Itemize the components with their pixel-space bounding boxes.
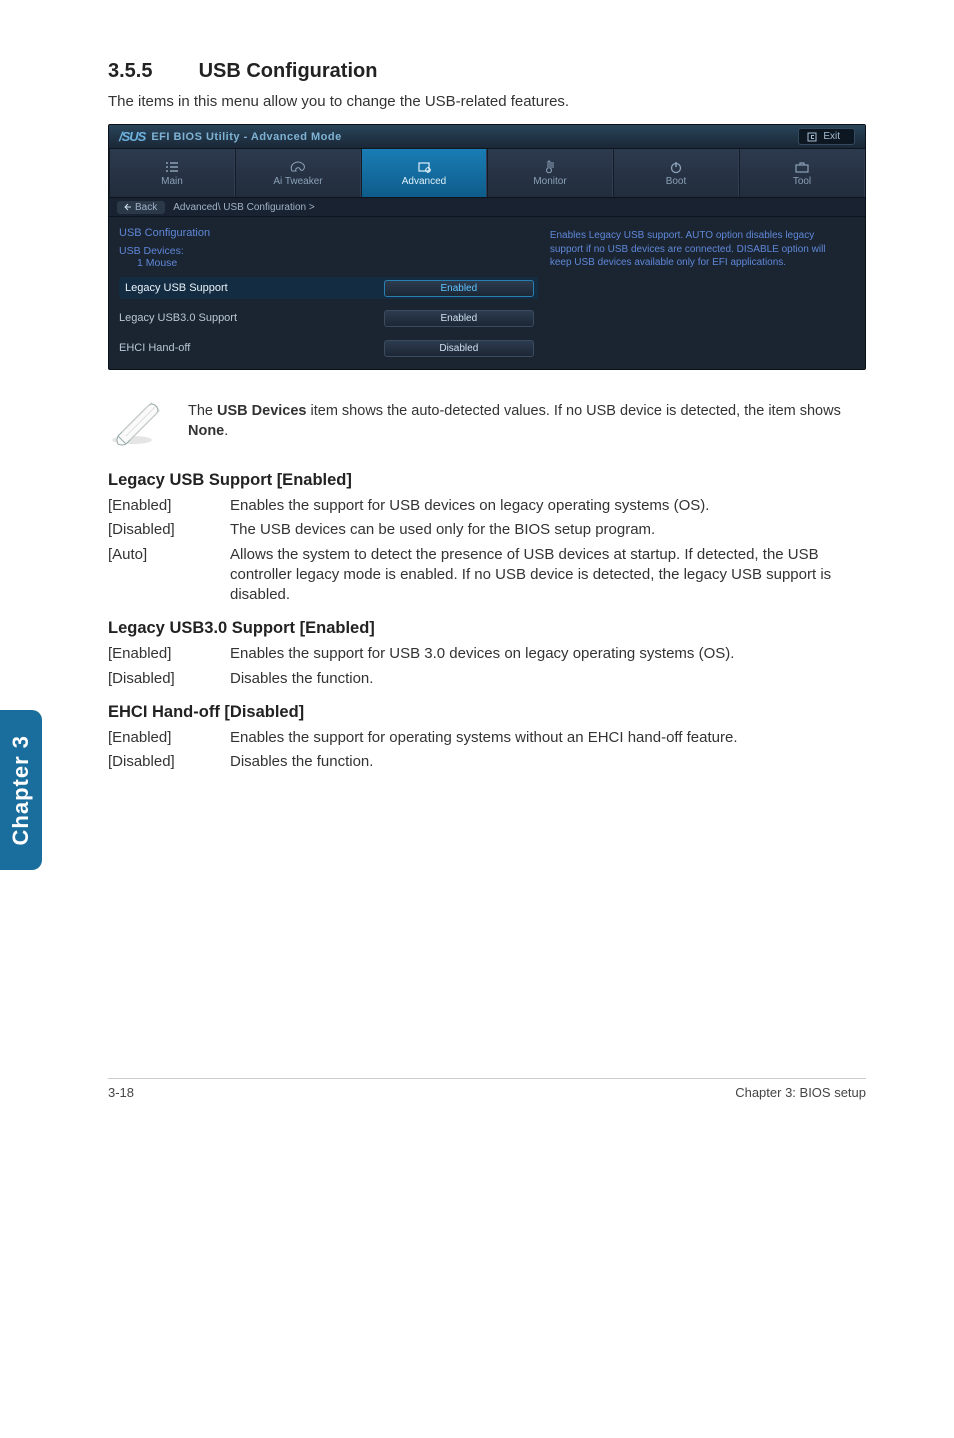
opt-ehci-disabled: [Disabled] Disables the function. (108, 752, 866, 772)
row-legacy-usb[interactable]: Legacy USB Support Enabled (119, 277, 538, 299)
bios-title-text: EFI BIOS Utility - Advanced Mode (151, 131, 341, 143)
footer-chapter: Chapter 3: BIOS setup (735, 1085, 866, 1100)
bios-help-text: Enables Legacy USB support. AUTO option … (550, 230, 826, 268)
opt-val: Enables the support for USB 3.0 devices … (230, 644, 866, 664)
note-pre: The (188, 403, 217, 419)
tab-monitor-label: Monitor (533, 176, 566, 187)
tab-advanced[interactable]: Advanced (361, 149, 487, 197)
opt-legacy30-disabled: [Disabled] Disables the function. (108, 669, 866, 689)
opt-legacy-enabled: [Enabled] Enables the support for USB de… (108, 496, 866, 516)
row-legacy-usb30-label: Legacy USB3.0 Support (119, 312, 384, 324)
list-icon (163, 160, 181, 174)
note-mid: item shows the auto-detected values. If … (306, 403, 840, 419)
opt-key: [Disabled] (108, 752, 230, 772)
breadcrumb: Back Advanced\ USB Configuration > (109, 197, 865, 217)
section-number: 3.5.5 (108, 60, 193, 83)
heading-legacy-usb: Legacy USB Support [Enabled] (108, 471, 866, 490)
opt-key: [Auto] (108, 545, 230, 606)
chip-icon (415, 160, 433, 174)
usb-devices-block: USB Devices: 1 Mouse (119, 245, 538, 269)
bios-titlebar: /SUS EFI BIOS Utility - Advanced Mode Ex… (109, 125, 865, 149)
thermometer-icon (541, 160, 559, 174)
opt-key: [Disabled] (108, 520, 230, 540)
row-legacy-usb-value[interactable]: Enabled (384, 280, 534, 297)
back-button[interactable]: Back (117, 201, 165, 214)
tab-advanced-label: Advanced (402, 176, 446, 187)
row-ehci-label: EHCI Hand-off (119, 342, 384, 354)
usb-devices-label: USB Devices: (119, 245, 184, 257)
opt-legacy-auto: [Auto] Allows the system to detect the p… (108, 545, 866, 606)
opt-val: The USB devices can be used only for the… (230, 520, 866, 540)
row-legacy-usb-label: Legacy USB Support (119, 282, 384, 294)
tab-boot[interactable]: Boot (613, 149, 739, 197)
tab-main-label: Main (161, 176, 183, 187)
exit-icon (807, 132, 817, 142)
bios-logo-area: /SUS EFI BIOS Utility - Advanced Mode (119, 129, 342, 144)
bios-help-pane: Enables Legacy USB support. AUTO option … (548, 227, 855, 359)
section-heading: 3.5.5 USB Configuration (108, 60, 866, 83)
power-icon (667, 160, 685, 174)
opt-ehci-enabled: [Enabled] Enables the support for operat… (108, 728, 866, 748)
side-chapter-tab: Chapter 3 (0, 710, 42, 870)
page-number: 3-18 (108, 1085, 134, 1100)
opt-key: [Enabled] (108, 644, 230, 664)
tab-main[interactable]: Main (109, 149, 235, 197)
opt-legacy30-enabled: [Enabled] Enables the support for USB 3.… (108, 644, 866, 664)
heading-legacy-usb30: Legacy USB3.0 Support [Enabled] (108, 619, 866, 638)
asus-logo: /SUS (119, 129, 145, 144)
usb-devices-value: 1 Mouse (137, 257, 538, 269)
row-legacy-usb30-value[interactable]: Enabled (384, 310, 534, 327)
tab-monitor[interactable]: Monitor (487, 149, 613, 197)
opt-key: [Disabled] (108, 669, 230, 689)
tab-ai-tweaker[interactable]: Ai Tweaker (235, 149, 361, 197)
row-ehci-value[interactable]: Disabled (384, 340, 534, 357)
bios-settings-pane: USB Configuration USB Devices: 1 Mouse L… (119, 227, 538, 359)
config-heading: USB Configuration (119, 227, 538, 239)
note-bold2: None (188, 423, 224, 439)
note-post: . (224, 423, 228, 439)
tab-boot-label: Boot (666, 176, 687, 187)
note-pen-icon (108, 398, 164, 451)
opt-val: Enables the support for USB devices on l… (230, 496, 866, 516)
exit-label: Exit (823, 131, 840, 142)
bios-panel: /SUS EFI BIOS Utility - Advanced Mode Ex… (108, 124, 866, 370)
opt-val: Allows the system to detect the presence… (230, 545, 866, 606)
breadcrumb-path: Advanced\ USB Configuration > (173, 202, 314, 213)
note-text: The USB Devices item shows the auto-dete… (188, 398, 866, 441)
heading-ehci: EHCI Hand-off [Disabled] (108, 703, 866, 722)
opt-key: [Enabled] (108, 728, 230, 748)
tab-tool-label: Tool (793, 176, 811, 187)
back-label: Back (135, 202, 157, 213)
opt-val: Disables the function. (230, 669, 866, 689)
intro-text: The items in this menu allow you to chan… (108, 93, 866, 110)
opt-key: [Enabled] (108, 496, 230, 516)
side-chapter-label: Chapter 3 (8, 735, 34, 845)
row-ehci-handoff[interactable]: EHCI Hand-off Disabled (119, 337, 538, 359)
opt-val: Enables the support for operating system… (230, 728, 866, 748)
exit-button[interactable]: Exit (798, 128, 855, 145)
toolbox-icon (793, 160, 811, 174)
palette-icon (289, 160, 307, 174)
row-legacy-usb30[interactable]: Legacy USB3.0 Support Enabled (119, 307, 538, 329)
tab-tool[interactable]: Tool (739, 149, 865, 197)
page-footer: 3-18 Chapter 3: BIOS setup (108, 1078, 866, 1100)
bios-tabs: Main Ai Tweaker Advanced Monitor (109, 149, 865, 197)
tab-ai-label: Ai Tweaker (273, 176, 322, 187)
back-arrow-icon (123, 203, 131, 211)
opt-val: Disables the function. (230, 752, 866, 772)
opt-legacy-disabled: [Disabled] The USB devices can be used o… (108, 520, 866, 540)
note-block: The USB Devices item shows the auto-dete… (108, 398, 866, 451)
section-title: USB Configuration (199, 60, 378, 82)
note-bold1: USB Devices (217, 403, 306, 419)
